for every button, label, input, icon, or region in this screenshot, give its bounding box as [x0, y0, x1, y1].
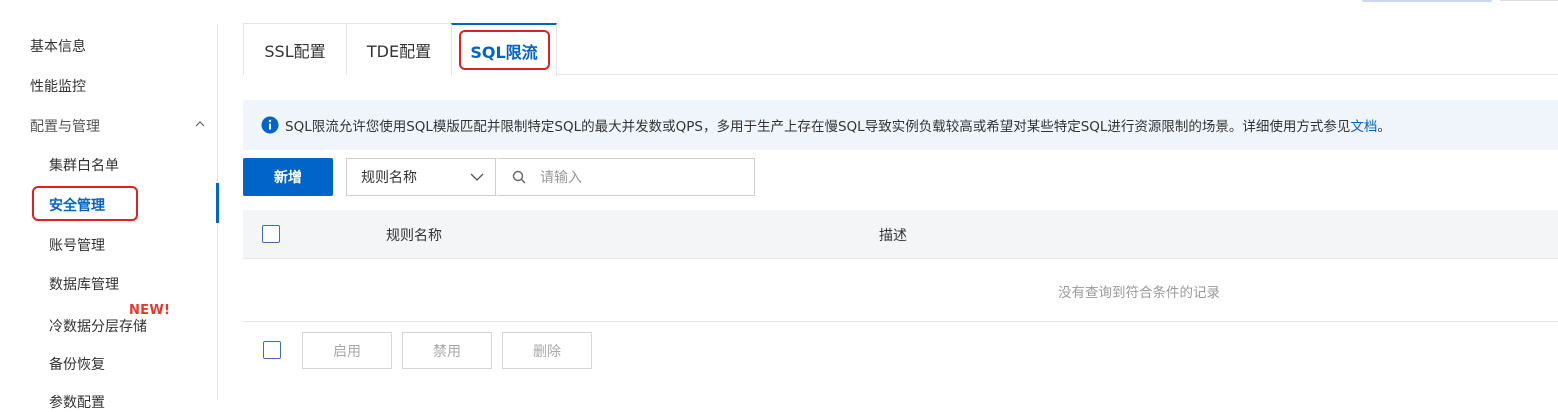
sidebar-item-cold-data-tiered-storage[interactable]: 冷数据分层存储	[49, 316, 147, 336]
info-icon	[261, 116, 279, 134]
chevron-up-icon	[195, 121, 205, 127]
select-all-checkbox[interactable]	[262, 225, 280, 243]
documentation-link[interactable]: 文档	[1350, 115, 1377, 135]
sidebar-item-performance-monitor[interactable]: 性能监控	[30, 76, 86, 96]
chevron-down-icon	[470, 173, 484, 181]
highlight-sql-throttling-tab	[459, 30, 550, 70]
sidebar-item-account-management[interactable]: 账号管理	[49, 235, 105, 255]
sidebar-item-backup-restore[interactable]: 备份恢复	[49, 354, 105, 374]
notice-suffix: 。	[1377, 119, 1391, 135]
column-header-description: 描述	[879, 228, 907, 244]
notice-text: SQL限流允许您使用SQL模版匹配并限制特定SQL的最大并发数或QPS，多用于生…	[285, 119, 1351, 135]
delete-button[interactable]: 删除	[502, 332, 592, 369]
empty-state-text: 没有查询到符合条件的记录	[1058, 285, 1220, 301]
tab-ssl-config[interactable]: SSL配置	[243, 23, 347, 75]
search-icon	[512, 170, 526, 184]
search-input[interactable]: 请输入	[497, 158, 755, 196]
disable-button[interactable]: 禁用	[402, 332, 492, 369]
column-header-rule-name: 规则名称	[386, 228, 442, 244]
filter-field-value: 规则名称	[361, 170, 417, 186]
top-secondary-button[interactable]	[1500, 0, 1558, 1]
sidebar-active-indicator	[216, 183, 219, 223]
top-action-button[interactable]	[1362, 0, 1492, 2]
info-notice: SQL限流允许您使用SQL模版匹配并限制特定SQL的最大并发数或QPS，多用于生…	[243, 100, 1558, 150]
sidebar-item-parameter-config[interactable]: 参数配置	[49, 392, 105, 412]
enable-button[interactable]: 启用	[302, 332, 392, 369]
sidebar-group-label: 配置与管理	[30, 119, 100, 135]
batch-select-checkbox[interactable]	[263, 341, 281, 359]
filter-field-select[interactable]: 规则名称	[346, 158, 496, 196]
sidebar-item-basic-info[interactable]: 基本信息	[30, 36, 86, 56]
new-badge: NEW!	[129, 303, 171, 318]
tab-tde-config[interactable]: TDE配置	[346, 23, 452, 75]
table-header: 规则名称 描述	[243, 210, 1558, 259]
sidebar-group-config-management[interactable]: 配置与管理	[30, 116, 210, 135]
sidebar-item-cluster-whitelist[interactable]: 集群白名单	[49, 155, 119, 175]
sidebar-item-database-management[interactable]: 数据库管理	[49, 274, 119, 294]
table-empty-row: 没有查询到符合条件的记录	[243, 259, 1558, 322]
add-rule-button[interactable]: 新增	[243, 158, 333, 196]
search-placeholder: 请输入	[540, 170, 582, 186]
highlight-security-management	[32, 186, 138, 221]
